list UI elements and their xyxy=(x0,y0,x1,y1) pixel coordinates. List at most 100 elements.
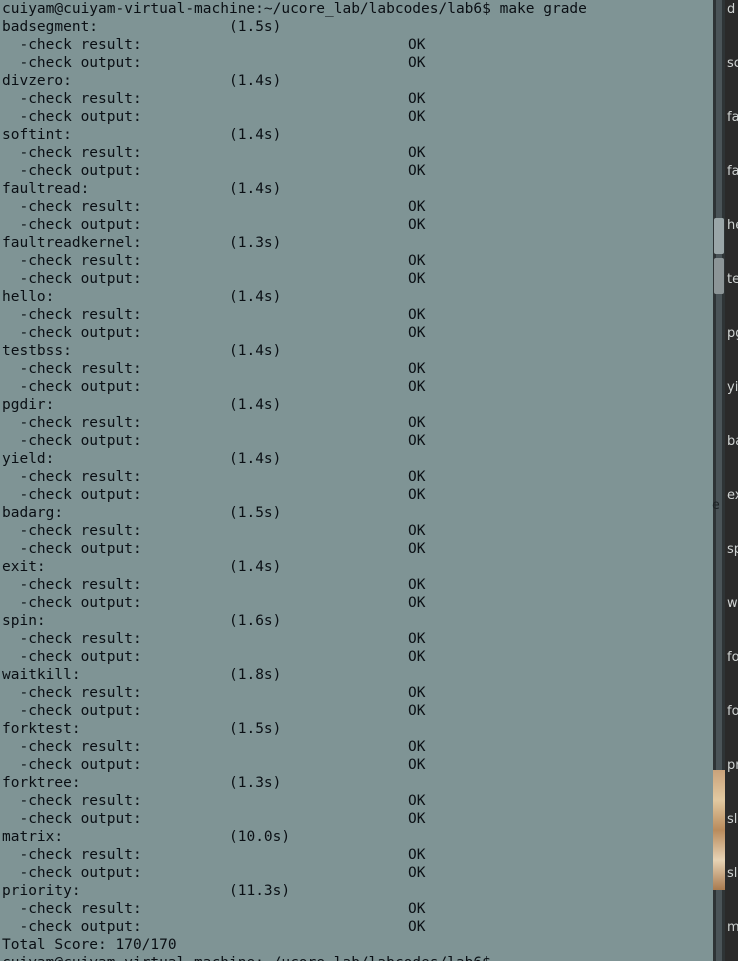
check-output-line: -check output: OK xyxy=(2,108,425,126)
side-panel-item[interactable]: he xyxy=(727,218,738,233)
test-name: matrix: xyxy=(2,829,64,845)
side-panel-item[interactable]: ex xyxy=(727,488,738,503)
check-output-status: OK xyxy=(408,109,426,125)
check-output-status: OK xyxy=(408,703,426,719)
check-output-label: -check output: xyxy=(2,433,142,449)
check-output-label: -check output: xyxy=(2,217,142,233)
test-name: faultreadkernel: xyxy=(2,235,142,251)
check-result-status: OK xyxy=(408,793,426,809)
check-result-line: -check result: OK xyxy=(2,144,425,162)
side-panel-item[interactable]: ba xyxy=(727,434,738,449)
test-time: (1.8s) xyxy=(229,667,282,683)
side-panel-item[interactable]: fo xyxy=(727,704,738,719)
check-result-label: -check result: xyxy=(2,577,142,593)
test-name: badsegment: xyxy=(2,19,99,35)
check-result-status: OK xyxy=(408,37,426,53)
check-output-status: OK xyxy=(408,217,426,233)
check-result-status: OK xyxy=(408,739,426,755)
test-time: (1.3s) xyxy=(229,235,282,251)
check-result-label: -check result: xyxy=(2,739,142,755)
test-time: (1.3s) xyxy=(229,775,282,791)
check-output-label: -check output: xyxy=(2,865,142,881)
check-output-label: -check output: xyxy=(2,541,142,557)
test-time: (1.5s) xyxy=(229,721,282,737)
check-result-status: OK xyxy=(408,91,426,107)
check-output-label: -check output: xyxy=(2,919,142,935)
check-result-label: -check result: xyxy=(2,361,142,377)
side-panel-item[interactable]: sc xyxy=(727,56,738,71)
side-panel-item[interactable]: sp xyxy=(727,542,738,557)
check-output-label: -check output: xyxy=(2,325,142,341)
check-result-status: OK xyxy=(408,523,426,539)
test-time: (1.4s) xyxy=(229,181,282,197)
scrollbar-thumb[interactable] xyxy=(714,218,724,254)
side-panel-item[interactable]: d xyxy=(727,2,735,17)
test-header-line: faultreadkernel: (1.3s) xyxy=(2,234,281,252)
test-time: (1.4s) xyxy=(229,397,282,413)
check-output-line: -check output: OK xyxy=(2,702,425,720)
side-panel-item[interactable]: pg xyxy=(727,326,738,341)
test-header-line: matrix: (10.0s) xyxy=(2,828,290,846)
total-score: Total Score: 170/170 xyxy=(2,937,177,953)
test-name: exit: xyxy=(2,559,46,575)
test-header-line: testbss: (1.4s) xyxy=(2,342,281,360)
check-output-status: OK xyxy=(408,433,426,449)
check-output-line: -check output: OK xyxy=(2,864,425,882)
check-output-label: -check output: xyxy=(2,109,142,125)
test-header-line: spin: (1.6s) xyxy=(2,612,281,630)
check-output-status: OK xyxy=(408,325,426,341)
terminal-window[interactable]: cuiyam@cuiyam-virtual-machine:~/ucore_la… xyxy=(0,0,713,961)
side-panel-item[interactable]: ma xyxy=(727,920,738,935)
scrollbar-thumb-secondary[interactable] xyxy=(714,258,724,294)
check-output-status: OK xyxy=(408,757,426,773)
check-result-status: OK xyxy=(408,847,426,863)
total-score-line: Total Score: 170/170 xyxy=(2,936,177,954)
check-result-status: OK xyxy=(408,253,426,269)
side-panel-item[interactable]: fa xyxy=(727,164,738,179)
check-result-label: -check result: xyxy=(2,145,142,161)
test-header-line: badsegment: (1.5s) xyxy=(2,18,281,36)
test-header-line: forktest: (1.5s) xyxy=(2,720,281,738)
check-result-status: OK xyxy=(408,199,426,215)
side-panel-item[interactable]: yi xyxy=(727,380,738,395)
check-output-line: -check output: OK xyxy=(2,270,425,288)
test-header-line: forktree: (1.3s) xyxy=(2,774,281,792)
test-name: testbss: xyxy=(2,343,72,359)
check-result-status: OK xyxy=(408,415,426,431)
check-output-label: -check output: xyxy=(2,55,142,71)
test-header-line: softint: (1.4s) xyxy=(2,126,281,144)
check-output-line: -check output: OK xyxy=(2,918,425,936)
check-output-status: OK xyxy=(408,271,426,287)
test-header-line: exit: (1.4s) xyxy=(2,558,281,576)
check-result-label: -check result: xyxy=(2,469,142,485)
check-result-line: -check result: OK xyxy=(2,306,425,324)
side-panel: d sc fa fa he te pg yi ba ex sp wa fo fo pr sl sl ma xyxy=(725,0,738,961)
check-output-status: OK xyxy=(408,487,426,503)
side-panel-item[interactable]: sl xyxy=(727,866,737,881)
side-panel-item[interactable]: wa xyxy=(727,596,738,611)
side-panel-item[interactable]: fo xyxy=(727,650,738,665)
check-output-status: OK xyxy=(408,379,426,395)
test-time: (1.4s) xyxy=(229,73,282,89)
side-panel-item[interactable]: pr xyxy=(727,758,738,773)
check-result-status: OK xyxy=(408,577,426,593)
test-time: (11.3s) xyxy=(229,883,291,899)
test-time: (1.4s) xyxy=(229,559,282,575)
side-panel-item[interactable]: sl xyxy=(727,812,737,827)
test-name: divzero: xyxy=(2,73,72,89)
check-result-label: -check result: xyxy=(2,253,142,269)
test-name: forktree: xyxy=(2,775,81,791)
side-panel-item[interactable]: te xyxy=(727,272,738,287)
check-output-line: -check output: OK xyxy=(2,756,425,774)
test-time: (1.4s) xyxy=(229,289,282,305)
side-panel-item[interactable]: fa xyxy=(727,110,738,125)
check-output-label: -check output: xyxy=(2,595,142,611)
test-name: softint: xyxy=(2,127,72,143)
check-output-label: -check output: xyxy=(2,757,142,773)
test-time: (1.5s) xyxy=(229,505,282,521)
check-output-label: -check output: xyxy=(2,649,142,665)
check-result-line: -check result: OK xyxy=(2,252,425,270)
check-result-line: -check result: OK xyxy=(2,576,425,594)
check-output-label: -check output: xyxy=(2,487,142,503)
check-result-status: OK xyxy=(408,361,426,377)
